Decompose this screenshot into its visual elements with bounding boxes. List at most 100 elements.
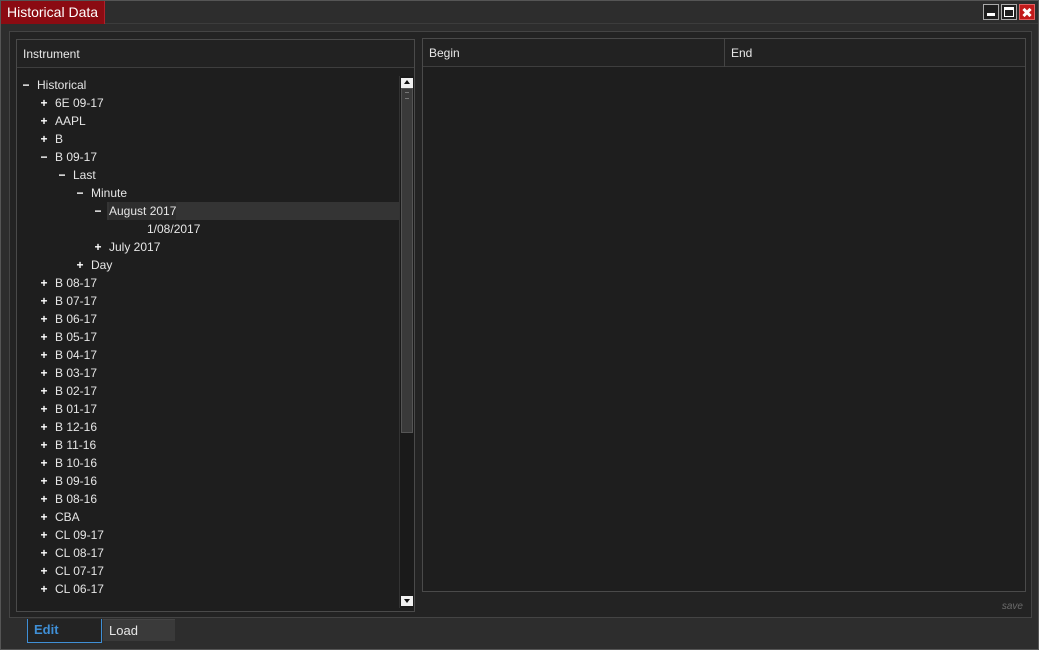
tree-node[interactable]: + B 07-17 — [17, 292, 400, 310]
expand-icon[interactable]: + — [39, 526, 49, 544]
tree-node-label: B 03-17 — [55, 366, 98, 380]
tree-node[interactable]: − Last — [17, 166, 400, 184]
tree-node-label: B — [55, 132, 64, 146]
collapse-icon[interactable]: − — [21, 76, 31, 94]
tree-node-label: B 06-17 — [55, 312, 98, 326]
tree-node-label: Last — [73, 168, 96, 182]
tree-node-label: Historical — [37, 78, 87, 92]
scroll-down-icon[interactable] — [401, 596, 413, 606]
tree-node-label: CL 07-17 — [55, 564, 104, 578]
grid-header: Begin End — [423, 39, 1025, 67]
expand-icon[interactable]: + — [39, 544, 49, 562]
close-icon[interactable] — [1019, 4, 1035, 20]
tab-load[interactable]: Load — [103, 619, 175, 641]
minimize-icon[interactable] — [983, 4, 999, 20]
tree-node[interactable]: + CL 06-17 — [17, 580, 400, 598]
tree-node-label: AAPL — [55, 114, 86, 128]
tree-node[interactable]: + CBA — [17, 508, 400, 526]
tree-node[interactable]: + B 10-16 — [17, 454, 400, 472]
column-end[interactable]: End — [725, 39, 1025, 67]
tree-node[interactable]: + B 02-17 — [17, 382, 400, 400]
tree-node-label: CL 09-17 — [55, 528, 104, 542]
tree-node[interactable]: 1/08/2017 — [17, 220, 400, 238]
tree-node[interactable]: + B 11-16 — [17, 436, 400, 454]
tree-node-label: Day — [91, 258, 113, 272]
tree-node-label: CBA — [55, 510, 80, 524]
tree-node-label: B 04-17 — [55, 348, 98, 362]
expand-icon[interactable]: + — [39, 508, 49, 526]
expand-icon[interactable]: + — [39, 580, 49, 598]
expand-icon[interactable]: + — [39, 472, 49, 490]
tree-node[interactable]: − August 2017 — [17, 202, 400, 220]
window-title: Historical Data — [1, 1, 106, 24]
tree-node[interactable]: + B 08-17 — [17, 274, 400, 292]
expand-icon[interactable]: + — [39, 490, 49, 508]
tree-node[interactable]: + CL 09-17 — [17, 526, 400, 544]
instrument-tree: − Historical +6E 09-17 + AAPL + B − B 09-17− Last… — [17, 76, 400, 606]
expand-icon[interactable]: + — [39, 346, 49, 364]
tree-node-label: July 2017 — [109, 240, 161, 254]
window-controls — [983, 4, 1035, 20]
tree-node-label: 1/08/2017 — [147, 222, 201, 236]
expand-icon[interactable]: + — [39, 418, 49, 436]
tree-node[interactable]: + AAPL — [17, 112, 400, 130]
collapse-icon[interactable]: − — [75, 184, 85, 202]
tree-node-label: B 12-16 — [55, 420, 98, 434]
expand-icon[interactable]: + — [39, 562, 49, 580]
column-begin[interactable]: Begin — [423, 39, 725, 67]
bottom-tabs: Edit Load — [27, 619, 175, 643]
tree-node[interactable]: + CL 07-17 — [17, 562, 400, 580]
tree-node-label: B 05-17 — [55, 330, 98, 344]
tree-node-label: B 08-17 — [55, 276, 98, 290]
tree-node-label: B 11-16 — [55, 438, 97, 452]
tree-node-label: B 09-16 — [55, 474, 98, 488]
maximize-icon[interactable] — [1001, 4, 1017, 20]
tree-node[interactable]: + B 08-16 — [17, 490, 400, 508]
tree-node[interactable]: − Minute — [17, 184, 400, 202]
tree-node[interactable]: +6E 09-17 — [17, 94, 400, 112]
tree-node-label: B 02-17 — [55, 384, 98, 398]
tree-node[interactable]: + Day — [17, 256, 400, 274]
expand-icon[interactable]: + — [39, 274, 49, 292]
tree-node-label: B 10-16 — [55, 456, 98, 470]
tree-node[interactable]: + B 09-16 — [17, 472, 400, 490]
tab-edit[interactable]: Edit — [27, 619, 102, 643]
expand-icon[interactable]: + — [75, 256, 85, 274]
tree-node[interactable]: − B 09-17 — [17, 148, 400, 166]
expand-icon[interactable]: + — [39, 328, 49, 346]
expand-icon[interactable]: + — [39, 364, 49, 382]
tree-node[interactable]: + B 06-17 — [17, 310, 400, 328]
scroll-up-icon[interactable] — [401, 78, 413, 88]
title-bar[interactable]: Historical Data — [1, 1, 1038, 24]
expand-icon[interactable]: + — [39, 112, 49, 130]
tree-node[interactable]: + B 01-17 — [17, 400, 400, 418]
expand-icon[interactable]: + — [39, 310, 49, 328]
instrument-header[interactable]: Instrument — [17, 40, 414, 68]
expand-icon[interactable]: + — [39, 94, 49, 112]
tree-node[interactable]: + B 05-17 — [17, 328, 400, 346]
scroll-thumb[interactable] — [401, 88, 413, 433]
expand-icon[interactable]: + — [39, 382, 49, 400]
save-link[interactable]: save — [1002, 601, 1023, 612]
tree-node-label: Minute — [91, 186, 128, 200]
tree-node[interactable]: + B 12-16 — [17, 418, 400, 436]
expand-icon[interactable]: + — [39, 292, 49, 310]
expand-icon[interactable]: + — [39, 436, 49, 454]
tree-node[interactable]: − Historical — [17, 76, 400, 94]
expand-icon[interactable]: + — [39, 130, 49, 148]
tree-node[interactable]: + B 04-17 — [17, 346, 400, 364]
tree-node[interactable]: + B 03-17 — [17, 364, 400, 382]
tree-node[interactable]: + CL 08-17 — [17, 544, 400, 562]
tree-node-label: 6E 09-17 — [55, 96, 104, 110]
collapse-icon[interactable]: − — [57, 166, 67, 184]
tree-node-label: B 01-17 — [55, 402, 98, 416]
tree-scrollbar[interactable] — [399, 76, 414, 608]
collapse-icon[interactable]: − — [93, 202, 103, 220]
expand-icon[interactable]: + — [39, 454, 49, 472]
tree-node-label: B 08-16 — [55, 492, 98, 506]
collapse-icon[interactable]: − — [39, 148, 49, 166]
expand-icon[interactable]: + — [93, 238, 103, 256]
expand-icon[interactable]: + — [39, 400, 49, 418]
tree-node[interactable]: + B — [17, 130, 400, 148]
tree-node[interactable]: + July 2017 — [17, 238, 400, 256]
